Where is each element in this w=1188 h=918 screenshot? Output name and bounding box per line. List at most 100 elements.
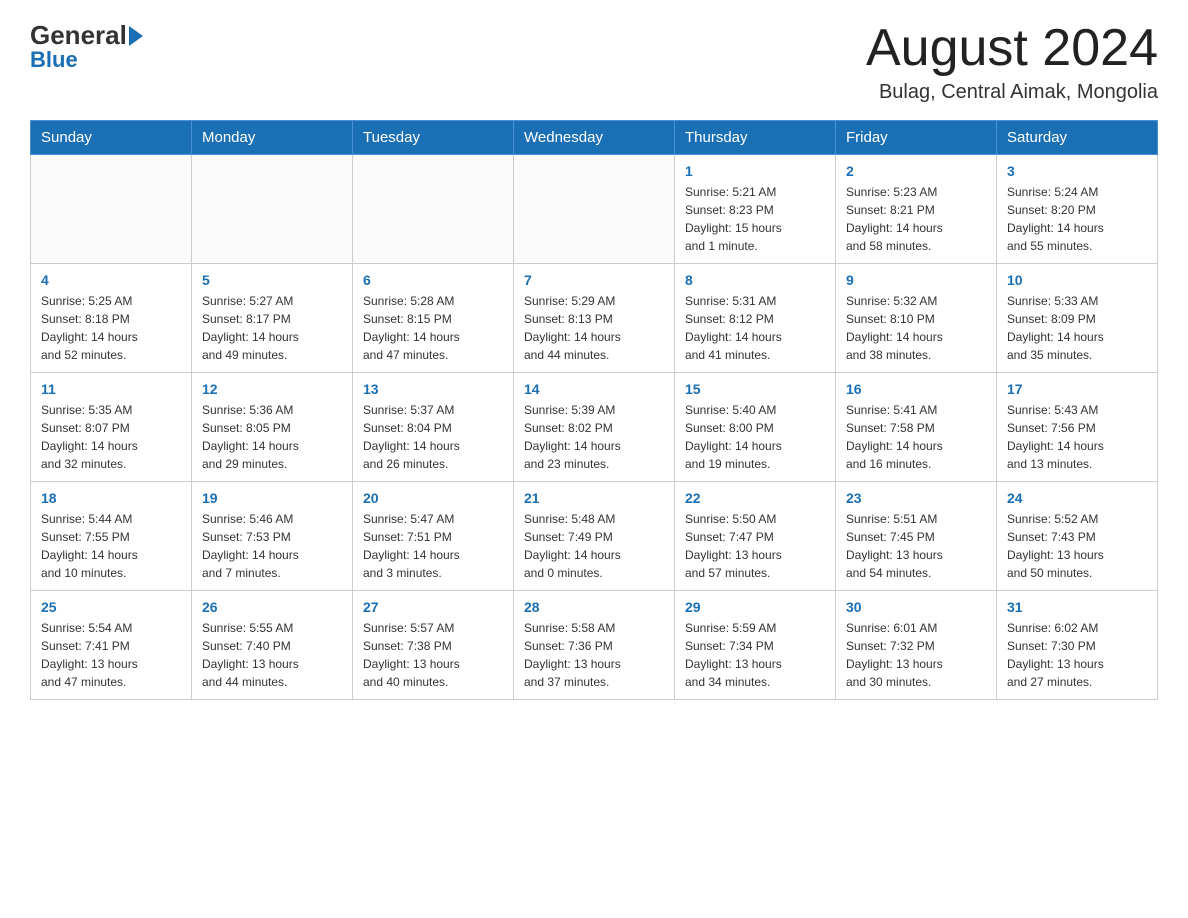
day-number: 27: [363, 599, 503, 615]
day-number: 24: [1007, 490, 1147, 506]
day-number: 6: [363, 272, 503, 288]
day-number: 21: [524, 490, 664, 506]
calendar-week-row: 25 Sunrise: 5:54 AM Sunset: 7:41 PM Dayli…: [31, 591, 1158, 700]
day-info: Sunrise: 5:41 AM Sunset: 7:58 PM Dayligh…: [846, 401, 986, 473]
day-info: Sunrise: 5:27 AM Sunset: 8:17 PM Dayligh…: [202, 292, 342, 364]
day-number: 25: [41, 599, 181, 615]
calendar-cell: 26 Sunrise: 5:55 AM Sunset: 7:40 PM Dayli…: [192, 591, 353, 700]
calendar-cell: 22 Sunrise: 5:50 AM Sunset: 7:47 PM Dayli…: [675, 482, 836, 591]
day-info: Sunrise: 5:33 AM Sunset: 8:09 PM Dayligh…: [1007, 292, 1147, 364]
weekday-header-friday: Friday: [836, 121, 997, 155]
calendar-cell: 10 Sunrise: 5:33 AM Sunset: 8:09 PM Dayli…: [997, 264, 1158, 373]
calendar-cell: 8Sunrise: 5:31 AM Sunset: 8:12 PM Daylig…: [675, 264, 836, 373]
day-info: Sunrise: 5:28 AM Sunset: 8:15 PM Dayligh…: [363, 292, 503, 364]
day-number: 12: [202, 381, 342, 397]
calendar-cell: 19 Sunrise: 5:46 AM Sunset: 7:53 PM Dayli…: [192, 482, 353, 591]
day-number: 14: [524, 381, 664, 397]
day-info: Sunrise: 5:31 AM Sunset: 8:12 PM Dayligh…: [685, 292, 825, 364]
day-info: Sunrise: 5:40 AM Sunset: 8:00 PM Dayligh…: [685, 401, 825, 473]
day-info: Sunrise: 5:24 AM Sunset: 8:20 PM Dayligh…: [1007, 183, 1147, 255]
day-number: 15: [685, 381, 825, 397]
calendar-cell: 27 Sunrise: 5:57 AM Sunset: 7:38 PM Dayli…: [353, 591, 514, 700]
day-info: Sunrise: 5:59 AM Sunset: 7:34 PM Dayligh…: [685, 619, 825, 691]
calendar-cell: 28 Sunrise: 5:58 AM Sunset: 7:36 PM Dayli…: [514, 591, 675, 700]
calendar-cell: 6 Sunrise: 5:28 AM Sunset: 8:15 PM Daylig…: [353, 264, 514, 373]
calendar-week-row: 18 Sunrise: 5:44 AM Sunset: 7:55 PM Dayli…: [31, 482, 1158, 591]
day-info: Sunrise: 5:55 AM Sunset: 7:40 PM Dayligh…: [202, 619, 342, 691]
calendar-cell: 17Sunrise: 5:43 AM Sunset: 7:56 PM Dayli…: [997, 373, 1158, 482]
day-info: Sunrise: 5:32 AM Sunset: 8:10 PM Dayligh…: [846, 292, 986, 364]
day-number: 26: [202, 599, 342, 615]
day-info: Sunrise: 5:46 AM Sunset: 7:53 PM Dayligh…: [202, 510, 342, 582]
logo-area: General Blue: [30, 20, 145, 73]
calendar-cell: 31 Sunrise: 6:02 AM Sunset: 7:30 PM Dayli…: [997, 591, 1158, 700]
weekday-header-tuesday: Tuesday: [353, 121, 514, 155]
month-title: August 2024: [866, 20, 1158, 77]
day-number: 16: [846, 381, 986, 397]
header: General Blue August 2024 Bulag, Central …: [30, 20, 1158, 104]
calendar-cell: 20 Sunrise: 5:47 AM Sunset: 7:51 PM Dayli…: [353, 482, 514, 591]
day-info: Sunrise: 5:25 AM Sunset: 8:18 PM Dayligh…: [41, 292, 181, 364]
day-info: Sunrise: 5:23 AM Sunset: 8:21 PM Dayligh…: [846, 183, 986, 255]
day-number: 23: [846, 490, 986, 506]
calendar-cell: 18 Sunrise: 5:44 AM Sunset: 7:55 PM Dayli…: [31, 482, 192, 591]
day-info: Sunrise: 5:21 AM Sunset: 8:23 PM Dayligh…: [685, 183, 825, 255]
calendar-cell: 5 Sunrise: 5:27 AM Sunset: 8:17 PM Daylig…: [192, 264, 353, 373]
day-number: 1: [685, 163, 825, 179]
location-title: Bulag, Central Aimak, Mongolia: [866, 81, 1158, 104]
day-info: Sunrise: 5:50 AM Sunset: 7:47 PM Dayligh…: [685, 510, 825, 582]
calendar-cell: 21 Sunrise: 5:48 AM Sunset: 7:49 PM Dayli…: [514, 482, 675, 591]
day-info: Sunrise: 5:52 AM Sunset: 7:43 PM Dayligh…: [1007, 510, 1147, 582]
day-number: 5: [202, 272, 342, 288]
calendar-cell: 15 Sunrise: 5:40 AM Sunset: 8:00 PM Dayli…: [675, 373, 836, 482]
weekday-header-saturday: Saturday: [997, 121, 1158, 155]
day-info: Sunrise: 5:58 AM Sunset: 7:36 PM Dayligh…: [524, 619, 664, 691]
day-number: 31: [1007, 599, 1147, 615]
day-info: Sunrise: 5:54 AM Sunset: 7:41 PM Dayligh…: [41, 619, 181, 691]
day-info: Sunrise: 6:01 AM Sunset: 7:32 PM Dayligh…: [846, 619, 986, 691]
calendar-cell: 30 Sunrise: 6:01 AM Sunset: 7:32 PM Dayli…: [836, 591, 997, 700]
day-number: 19: [202, 490, 342, 506]
day-info: Sunrise: 5:47 AM Sunset: 7:51 PM Dayligh…: [363, 510, 503, 582]
day-info: Sunrise: 5:37 AM Sunset: 8:04 PM Dayligh…: [363, 401, 503, 473]
calendar-cell: 25 Sunrise: 5:54 AM Sunset: 7:41 PM Dayli…: [31, 591, 192, 700]
calendar-cell: [514, 155, 675, 264]
day-info: Sunrise: 5:39 AM Sunset: 8:02 PM Dayligh…: [524, 401, 664, 473]
day-info: Sunrise: 5:43 AM Sunset: 7:56 PM Dayligh…: [1007, 401, 1147, 473]
calendar-week-row: 4Sunrise: 5:25 AM Sunset: 8:18 PM Daylig…: [31, 264, 1158, 373]
calendar-cell: 13 Sunrise: 5:37 AM Sunset: 8:04 PM Dayli…: [353, 373, 514, 482]
calendar-table: SundayMondayTuesdayWednesdayThursdayFrid…: [30, 120, 1158, 700]
day-number: 28: [524, 599, 664, 615]
calendar-cell: [353, 155, 514, 264]
day-number: 20: [363, 490, 503, 506]
day-number: 18: [41, 490, 181, 506]
calendar-cell: 9 Sunrise: 5:32 AM Sunset: 8:10 PM Daylig…: [836, 264, 997, 373]
day-info: Sunrise: 6:02 AM Sunset: 7:30 PM Dayligh…: [1007, 619, 1147, 691]
calendar-cell: 7Sunrise: 5:29 AM Sunset: 8:13 PM Daylig…: [514, 264, 675, 373]
calendar-week-row: 11Sunrise: 5:35 AM Sunset: 8:07 PM Dayli…: [31, 373, 1158, 482]
day-number: 13: [363, 381, 503, 397]
calendar-cell: 29Sunrise: 5:59 AM Sunset: 7:34 PM Dayli…: [675, 591, 836, 700]
calendar-cell: 1 Sunrise: 5:21 AM Sunset: 8:23 PM Daylig…: [675, 155, 836, 264]
day-info: Sunrise: 5:57 AM Sunset: 7:38 PM Dayligh…: [363, 619, 503, 691]
day-info: Sunrise: 5:29 AM Sunset: 8:13 PM Dayligh…: [524, 292, 664, 364]
logo-arrow-icon: [129, 26, 143, 46]
day-info: Sunrise: 5:48 AM Sunset: 7:49 PM Dayligh…: [524, 510, 664, 582]
day-info: Sunrise: 5:44 AM Sunset: 7:55 PM Dayligh…: [41, 510, 181, 582]
day-number: 22: [685, 490, 825, 506]
day-number: 9: [846, 272, 986, 288]
day-info: Sunrise: 5:36 AM Sunset: 8:05 PM Dayligh…: [202, 401, 342, 473]
weekday-header-monday: Monday: [192, 121, 353, 155]
calendar-cell: 3 Sunrise: 5:24 AM Sunset: 8:20 PM Daylig…: [997, 155, 1158, 264]
day-number: 3: [1007, 163, 1147, 179]
calendar-cell: 4Sunrise: 5:25 AM Sunset: 8:18 PM Daylig…: [31, 264, 192, 373]
day-number: 30: [846, 599, 986, 615]
day-number: 10: [1007, 272, 1147, 288]
calendar-cell: 24 Sunrise: 5:52 AM Sunset: 7:43 PM Dayli…: [997, 482, 1158, 591]
weekday-header-wednesday: Wednesday: [514, 121, 675, 155]
calendar-cell: [31, 155, 192, 264]
title-area: August 2024 Bulag, Central Aimak, Mongol…: [866, 20, 1158, 104]
logo-blue-text: Blue: [30, 47, 78, 73]
weekday-header-thursday: Thursday: [675, 121, 836, 155]
calendar-cell: [192, 155, 353, 264]
